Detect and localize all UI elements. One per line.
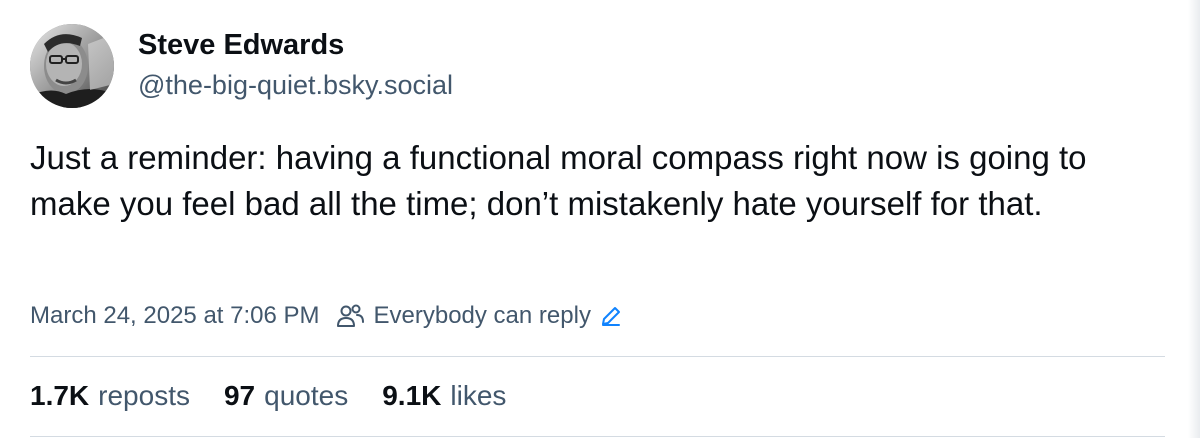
post-timestamp[interactable]: March 24, 2025 at 7:06 PM <box>30 302 320 330</box>
divider <box>30 436 1165 437</box>
author-handle[interactable]: @the-big-quiet.bsky.social <box>138 68 453 102</box>
reply-setting-label: Everybody can reply <box>373 302 591 329</box>
reposts-count: 1.7K <box>30 380 90 411</box>
post-meta: March 24, 2025 at 7:06 PM Everybody can … <box>30 298 623 334</box>
post-card: Steve Edwards @the-big-quiet.bsky.social… <box>0 0 1200 438</box>
author-names: Steve Edwards @the-big-quiet.bsky.social <box>138 24 453 108</box>
divider <box>30 356 1165 357</box>
scroll-edge <box>1188 0 1200 438</box>
author-display-name[interactable]: Steve Edwards <box>138 28 453 62</box>
avatar[interactable] <box>30 24 114 108</box>
reposts-stat[interactable]: 1.7K reposts <box>30 378 190 414</box>
reposts-label: reposts <box>98 380 190 411</box>
avatar-photo <box>30 24 114 108</box>
quotes-stat[interactable]: 97 quotes <box>224 378 348 414</box>
people-icon <box>336 304 364 327</box>
quotes-label: quotes <box>264 380 349 411</box>
post-stats: 1.7K reposts 97 quotes 9.1K likes <box>30 378 540 414</box>
post-header: Steve Edwards @the-big-quiet.bsky.social <box>30 24 453 108</box>
post-text: Just a reminder: having a functional mor… <box>30 139 1087 222</box>
reply-setting-button[interactable]: Everybody can reply <box>336 302 623 330</box>
likes-stat[interactable]: 9.1K likes <box>382 378 506 414</box>
likes-count: 9.1K <box>382 380 442 411</box>
pencil-icon[interactable] <box>599 304 623 328</box>
quotes-count: 97 <box>223 380 256 411</box>
likes-label: likes <box>450 380 507 411</box>
